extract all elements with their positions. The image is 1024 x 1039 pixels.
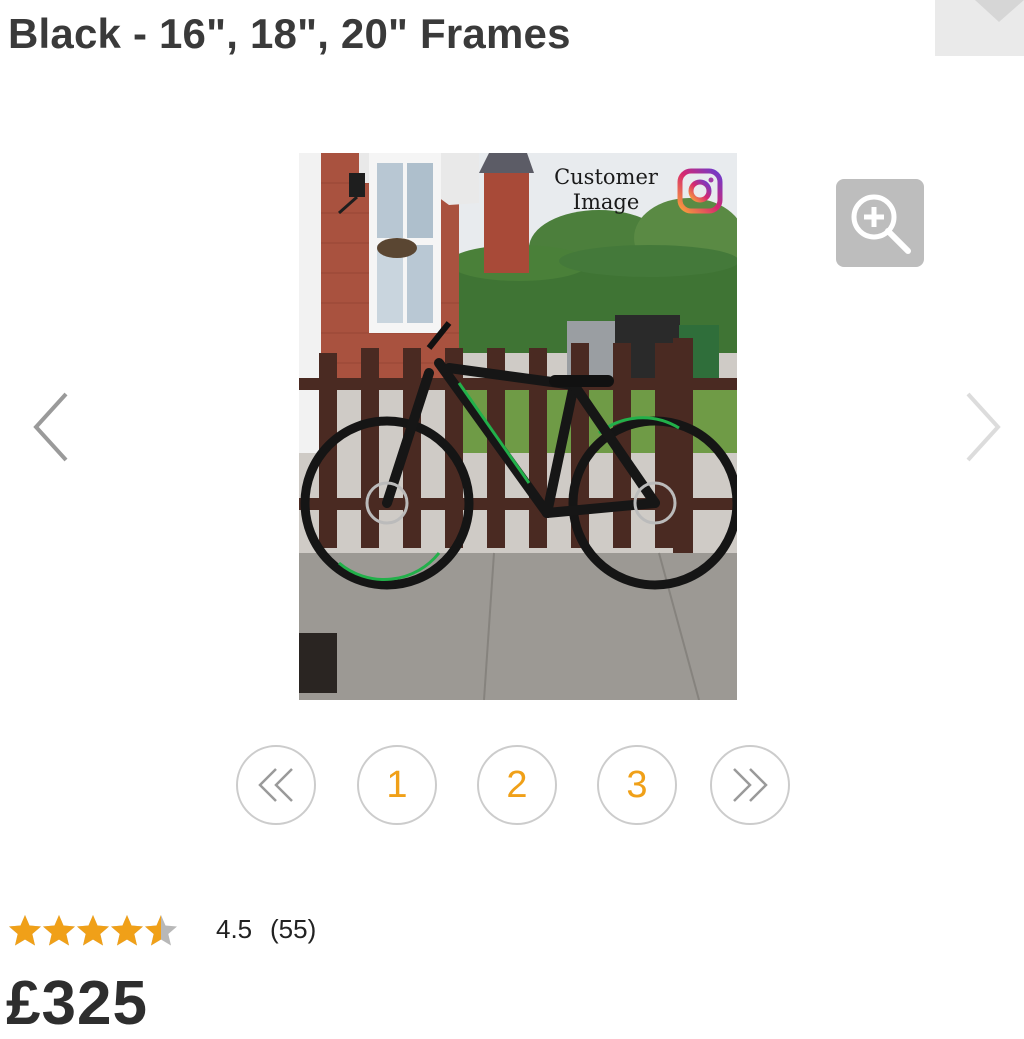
caption-line-2: Image: [572, 190, 640, 214]
star-icon: [145, 914, 177, 945]
next-image-button[interactable]: [962, 390, 1006, 469]
product-image[interactable]: Customer Image: [299, 153, 737, 700]
product-title: Black - 16", 18", 20" Frames: [8, 10, 571, 57]
chevron-right-icon: [966, 392, 1001, 462]
prev-image-button[interactable]: [30, 390, 74, 469]
bike-photo: [299, 153, 737, 700]
star-icon: [111, 914, 143, 945]
chevron-left-icon: [33, 392, 68, 462]
product-rating[interactable]: 4.5 (55): [8, 910, 316, 950]
rating-count: (55): [270, 914, 317, 944]
star-icon: [9, 914, 41, 945]
rating-value: 4.5: [216, 914, 253, 944]
star-icon: [77, 914, 109, 945]
last-page-button[interactable]: [710, 745, 790, 825]
chevron-down-icon: [975, 0, 1024, 22]
page-button-1[interactable]: 1: [357, 745, 437, 825]
instagram-icon: [677, 168, 723, 214]
first-page-button[interactable]: [236, 745, 316, 825]
double-chevron-left-icon: [258, 768, 293, 802]
double-chevron-right-icon: [733, 768, 768, 802]
star-icon: [43, 914, 75, 945]
dropdown-toggle[interactable]: [935, 0, 1024, 56]
product-price: £325: [6, 969, 148, 1038]
page-button-2[interactable]: 2: [477, 745, 557, 825]
page-button-3[interactable]: 3: [597, 745, 677, 825]
image-caption: Customer Image: [541, 165, 671, 215]
zoom-button[interactable]: [836, 179, 924, 267]
star-rating: [8, 914, 178, 947]
caption-line-1: Customer: [554, 165, 658, 189]
zoom-in-icon: [851, 194, 911, 254]
